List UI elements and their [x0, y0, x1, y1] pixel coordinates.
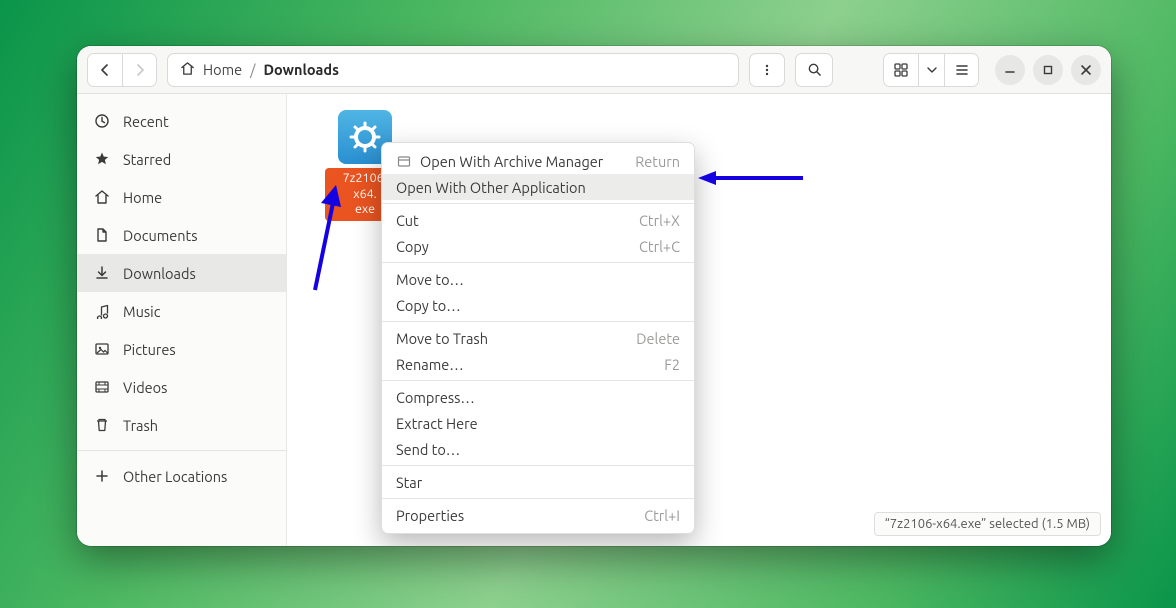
search-icon [807, 62, 822, 77]
chevron-down-icon [927, 65, 937, 75]
sidebar-item-music[interactable]: Music [77, 292, 286, 330]
sidebar-divider [77, 450, 286, 451]
file-manager-window: Home / Downloads [77, 46, 1111, 546]
view-switcher [883, 53, 979, 87]
sidebar-item-label: Home [123, 189, 162, 206]
menu-separator [382, 498, 694, 499]
window-controls [995, 55, 1101, 85]
menu-separator [382, 262, 694, 263]
menu-copy-to[interactable]: Copy to… [382, 292, 694, 318]
close-button[interactable] [1071, 55, 1101, 85]
list-view-button[interactable] [944, 54, 978, 86]
sidebar-item-label: Other Locations [123, 468, 227, 485]
sidebar-item-trash[interactable]: Trash [77, 406, 286, 444]
menu-move-to-trash[interactable]: Move to Trash Delete [382, 325, 694, 351]
sidebar-item-recent[interactable]: Recent [77, 102, 286, 140]
music-icon [93, 303, 111, 319]
breadcrumb-home[interactable]: Home [203, 61, 242, 78]
menu-rename[interactable]: Rename… F2 [382, 351, 694, 377]
sidebar-item-home[interactable]: Home [77, 178, 286, 216]
picture-icon [93, 341, 111, 357]
menu-copy[interactable]: Copy Ctrl+C [382, 233, 694, 259]
grid-icon [894, 63, 908, 77]
sidebar-item-label: Documents [123, 227, 198, 244]
more-button[interactable] [749, 53, 785, 87]
breadcrumb-separator: / [250, 61, 255, 78]
sidebar-item-label: Videos [123, 379, 167, 396]
maximize-button[interactable] [1033, 55, 1063, 85]
home-icon [93, 189, 111, 205]
home-icon [180, 61, 195, 79]
sidebar-item-other-locations[interactable]: Other Locations [77, 457, 286, 495]
chevron-right-icon [134, 64, 146, 76]
nav-buttons [87, 53, 157, 87]
sidebar-item-documents[interactable]: Documents [77, 216, 286, 254]
status-bar: “7z2106-x64.exe” selected (1.5 MB) [874, 512, 1101, 536]
minimize-button[interactable] [995, 55, 1025, 85]
sidebar-item-videos[interactable]: Videos [77, 368, 286, 406]
status-text: “7z2106-x64.exe” selected (1.5 MB) [885, 517, 1090, 531]
window-body: Recent Starred Home Documents Downloads … [77, 94, 1111, 546]
annotation-arrow-right [698, 168, 803, 192]
context-menu: Open With Archive Manager Return Open Wi… [381, 142, 695, 534]
menu-separator [382, 321, 694, 322]
menu-properties[interactable]: Properties Ctrl+I [382, 502, 694, 528]
forward-button[interactable] [122, 54, 156, 86]
chevron-left-icon [99, 64, 111, 76]
sidebar-item-pictures[interactable]: Pictures [77, 330, 286, 368]
minimize-icon [1004, 64, 1016, 76]
sidebar-item-label: Downloads [123, 265, 196, 282]
icon-view-button[interactable] [884, 54, 918, 86]
maximize-icon [1042, 64, 1054, 76]
menu-extract-here[interactable]: Extract Here [382, 410, 694, 436]
sidebar-item-label: Trash [123, 417, 158, 434]
trash-icon [93, 417, 111, 433]
sidebar-item-downloads[interactable]: Downloads [77, 254, 286, 292]
menu-send-to[interactable]: Send to… [382, 436, 694, 462]
menu-open-other-app[interactable]: Open With Other Application [382, 174, 694, 200]
download-icon [93, 265, 111, 281]
document-icon [93, 227, 111, 243]
sidebar-item-label: Pictures [123, 341, 176, 358]
menu-cut[interactable]: Cut Ctrl+X [382, 207, 694, 233]
path-bar[interactable]: Home / Downloads [167, 53, 739, 87]
titlebar: Home / Downloads [77, 46, 1111, 94]
back-button[interactable] [88, 54, 122, 86]
sidebar-item-label: Music [123, 303, 160, 320]
menu-separator [382, 380, 694, 381]
clock-icon [93, 113, 111, 129]
sidebar-item-label: Recent [123, 113, 169, 130]
content-area[interactable]: 7z2106-x64. exe Open With Archive Manage… [287, 94, 1111, 546]
list-icon [955, 63, 969, 77]
sidebar-item-label: Starred [123, 151, 171, 168]
breadcrumb-current[interactable]: Downloads [263, 61, 339, 78]
icon-view-dropdown[interactable] [918, 54, 944, 86]
menu-star[interactable]: Star [382, 469, 694, 495]
star-icon [93, 151, 111, 167]
archive-icon [396, 153, 412, 169]
menu-move-to[interactable]: Move to… [382, 266, 694, 292]
close-icon [1080, 64, 1092, 76]
plus-icon [93, 469, 111, 483]
menu-separator [382, 465, 694, 466]
video-icon [93, 379, 111, 395]
menu-separator [382, 203, 694, 204]
search-button[interactable] [795, 53, 833, 87]
menu-open-archive-manager[interactable]: Open With Archive Manager Return [382, 148, 694, 174]
sidebar: Recent Starred Home Documents Downloads … [77, 94, 287, 546]
annotation-arrow-left [305, 185, 341, 294]
kebab-icon [760, 63, 774, 77]
sidebar-item-starred[interactable]: Starred [77, 140, 286, 178]
menu-compress[interactable]: Compress… [382, 384, 694, 410]
